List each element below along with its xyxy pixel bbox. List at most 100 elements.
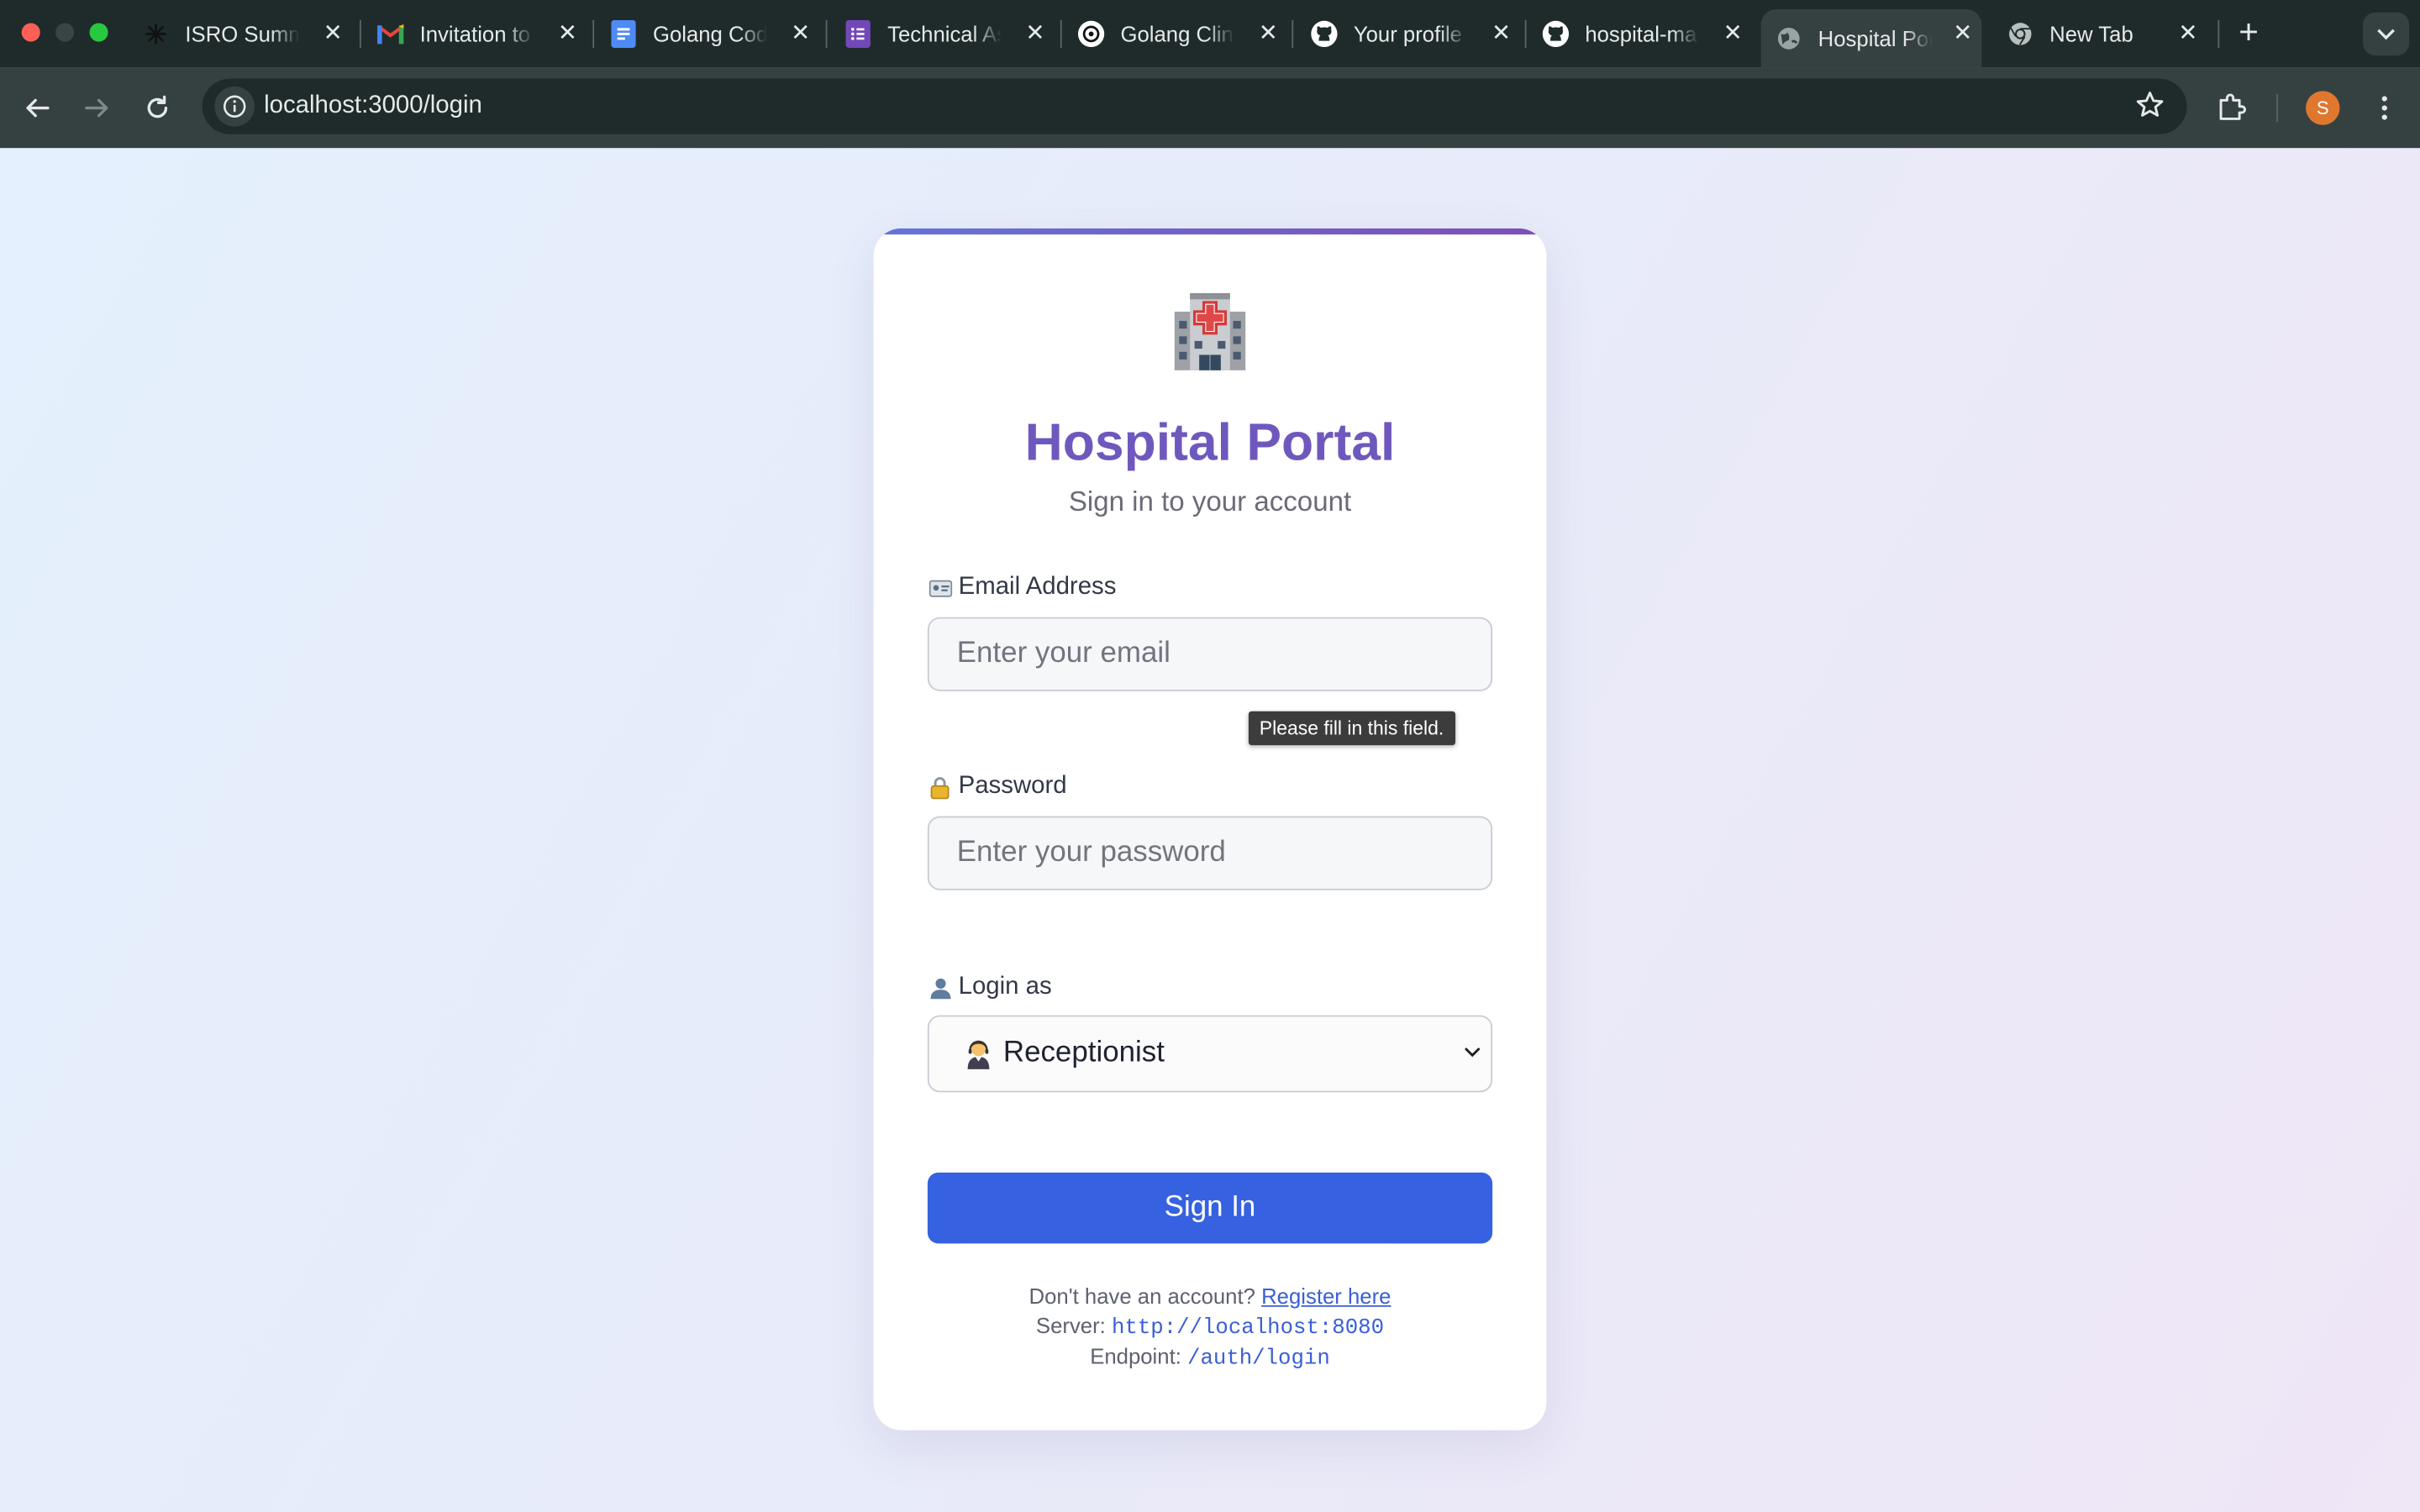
tab-your-profile[interactable]: Your profile ✕ [1310, 9, 1520, 59]
login-card: Hospital Portal Sign in to your account … [873, 228, 1547, 1431]
star-icon [2136, 92, 2164, 117]
window-close-button[interactable] [21, 23, 40, 42]
tab-search-button[interactable] [2363, 12, 2410, 56]
reload-button[interactable] [139, 90, 176, 127]
register-link[interactable]: Register here [1261, 1284, 1391, 1308]
browser-toolbar: localhost:3000/login S [0, 67, 2420, 149]
role-selected-value: Receptionist [1002, 1037, 1165, 1069]
page-viewport: Hospital Portal Sign in to your account … [0, 148, 2420, 1512]
tab-title: Your profile [1353, 21, 1462, 47]
password-label-text: Password [958, 773, 1067, 800]
tab-golang-code[interactable]: Golang Cod ✕ [610, 9, 820, 59]
tab-strip: ISRO Summ ✕ Invitation to ✕ Golang Cod ✕ [0, 0, 2420, 68]
tab-title: New Tab [2049, 21, 2133, 47]
tab-divider [2217, 19, 2220, 48]
email-label-text: Email Address [958, 574, 1117, 601]
password-label: Password [928, 773, 1067, 801]
role-label: Login as [928, 974, 1052, 1001]
chevron-down-icon [2377, 29, 2395, 40]
tab-divider [592, 19, 595, 48]
email-label: Email Address [928, 574, 1117, 601]
info-icon [223, 95, 246, 118]
id-card-icon [928, 575, 952, 600]
bookmark-button[interactable] [2134, 90, 2165, 129]
close-icon[interactable]: ✕ [1723, 21, 1743, 46]
tab-divider [1060, 19, 1062, 48]
window-maximize-button[interactable] [89, 23, 108, 42]
tab-title: Technical As [887, 21, 1002, 47]
sign-in-button[interactable]: Sign In [927, 1172, 1493, 1244]
page-subtitle: Sign in to your account [1068, 486, 1352, 517]
github-icon [1310, 20, 1338, 48]
endpoint-value: /auth/login [1187, 1347, 1330, 1372]
role-label-text: Login as [958, 973, 1052, 1000]
window-minimize-button[interactable] [55, 23, 75, 42]
arrow-left-icon [26, 98, 50, 118]
url-text[interactable]: localhost:3000/login [264, 92, 482, 120]
tab-gmail[interactable]: Invitation to ✕ [376, 9, 587, 59]
toolbar-divider [2276, 94, 2279, 123]
server-value: http://localhost:8080 [1111, 1315, 1385, 1341]
tab-title: Hospital Por [1818, 26, 1933, 51]
tab-divider [359, 19, 361, 48]
puzzle-icon [2219, 93, 2246, 120]
new-tab-button[interactable]: + [2233, 14, 2265, 49]
tab-hospital-repo[interactable]: hospital-ma ✕ [1542, 9, 1752, 59]
extensions-button[interactable] [2215, 90, 2249, 132]
browser-window: ISRO Summ ✕ Invitation to ✕ Golang Cod ✕ [0, 0, 2420, 1512]
tab-divider [1524, 19, 1527, 48]
user-icon [928, 975, 952, 1000]
password-field[interactable] [927, 816, 1493, 890]
server-label: Server: [1035, 1313, 1106, 1338]
chevron-down-icon [1465, 1047, 1481, 1058]
tab-golang-clin[interactable]: Golang Clin ✕ [1077, 9, 1287, 59]
arrow-right-icon [85, 98, 108, 118]
tab-new-tab[interactable]: New Tab ✕ [2007, 9, 2207, 59]
register-prompt: Don't have an account? Register here [874, 1284, 1547, 1308]
asterisk-icon [142, 20, 170, 48]
tab-title: hospital-ma [1585, 21, 1697, 47]
kebab-menu-icon [2381, 96, 2387, 120]
close-icon[interactable]: ✕ [558, 21, 577, 46]
close-icon[interactable]: ✕ [2178, 21, 2197, 46]
tab-divider [1292, 19, 1294, 48]
close-icon[interactable]: ✕ [1491, 21, 1511, 46]
tab-title: Golang Cod [652, 21, 767, 47]
endpoint-info: Endpoint: /auth/login [874, 1344, 1547, 1372]
tab-hospital-portal[interactable]: Hospital Por ✕ [1760, 9, 1982, 68]
close-icon[interactable]: ✕ [1259, 21, 1278, 46]
chatgpt-icon [1077, 20, 1105, 48]
register-prompt-text: Don't have an account? [1028, 1284, 1255, 1309]
google-docs-icon [610, 19, 638, 48]
globe-icon [1775, 24, 1802, 52]
validation-tooltip: Please fill in this field. [1248, 711, 1455, 746]
tab-title: ISRO Summ [185, 21, 300, 47]
close-icon[interactable]: ✕ [791, 21, 810, 46]
tab-divider [825, 19, 828, 48]
close-icon[interactable]: ✕ [1025, 21, 1044, 46]
google-forms-icon [844, 19, 872, 48]
forward-button[interactable] [79, 90, 116, 127]
browser-menu-button[interactable] [2369, 90, 2400, 127]
chrome-icon [2007, 20, 2034, 48]
profile-avatar[interactable]: S [2306, 91, 2340, 125]
github-icon [1542, 20, 1570, 48]
tab-title: Invitation to [419, 21, 531, 47]
back-button[interactable] [18, 90, 55, 127]
email-field[interactable] [927, 617, 1493, 691]
close-icon[interactable]: ✕ [1953, 21, 1972, 46]
tab-isro[interactable]: ISRO Summ ✕ [142, 9, 352, 59]
address-bar[interactable]: localhost:3000/login [202, 78, 2187, 134]
page-title: Hospital Portal [1024, 413, 1396, 473]
site-info-button[interactable] [214, 86, 255, 127]
server-info: Server: http://localhost:8080 [874, 1313, 1547, 1341]
receptionist-icon [967, 1040, 990, 1069]
lock-icon [928, 774, 952, 799]
hospital-icon [1174, 292, 1246, 370]
close-icon[interactable]: ✕ [324, 21, 343, 46]
reload-icon [147, 95, 168, 118]
tab-technical[interactable]: Technical As ✕ [844, 9, 1055, 59]
role-select[interactable]: Receptionist [927, 1015, 1493, 1093]
gmail-icon [376, 20, 404, 48]
tab-title: Golang Clin [1120, 21, 1234, 47]
